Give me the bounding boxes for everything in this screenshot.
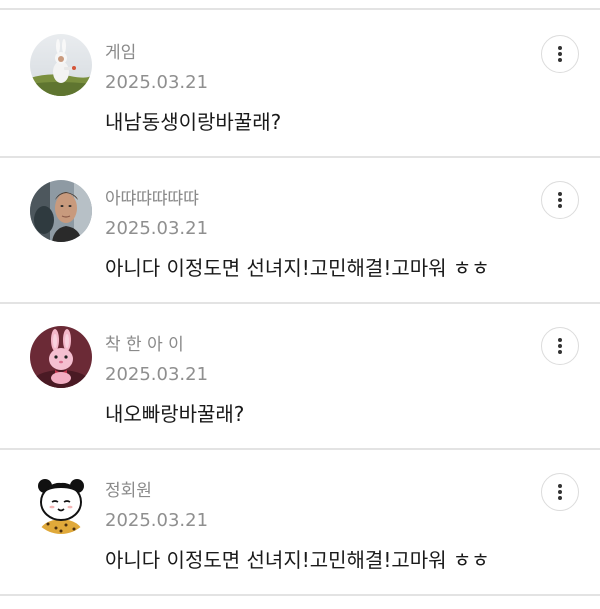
more-options-button[interactable] (541, 181, 579, 219)
avatar[interactable] (30, 472, 92, 534)
comment-date: 2025.03.21 (105, 218, 209, 239)
comment-date: 2025.03.21 (105, 72, 209, 93)
avatar[interactable] (30, 34, 92, 96)
more-vertical-icon (558, 338, 562, 354)
top-divider (0, 0, 600, 10)
comment-text: 아니다 이정도면 선녀지!고민해결!고마워 ㅎㅎ (105, 548, 490, 572)
more-options-button[interactable] (541, 327, 579, 365)
comment-item: 아땨땨땨땨땨 2025.03.21 아니다 이정도면 선녀지!고민해결!고마워 … (0, 158, 600, 304)
comment-text: 아니다 이정도면 선녀지!고민해결!고마워 ㅎㅎ (105, 256, 490, 280)
avatar-cartoon-bear-image (30, 472, 92, 534)
comment-author[interactable]: 게임 (105, 43, 136, 63)
comment-text: 내남동생이랑바꿀래? (105, 110, 282, 134)
comment-author[interactable]: 착 한 아 이 (105, 335, 184, 355)
more-vertical-icon (558, 46, 562, 62)
comment-item: 착 한 아 이 2025.03.21 내오빠랑바꿀래? (0, 304, 600, 450)
avatar[interactable] (30, 326, 92, 388)
more-vertical-icon (558, 192, 562, 208)
more-vertical-icon (558, 484, 562, 500)
avatar-bunny-costume-image (30, 34, 92, 96)
comment-author[interactable]: 정회원 (105, 481, 152, 501)
comment-author[interactable]: 아땨땨땨땨땨 (105, 189, 199, 209)
comment-item: 정회원 2025.03.21 아니다 이정도면 선녀지!고민해결!고마워 ㅎㅎ (0, 450, 600, 596)
comment-item: 게임 2025.03.21 내남동생이랑바꿀래? (0, 12, 600, 158)
avatar-man-portrait-image (30, 180, 92, 242)
more-options-button[interactable] (541, 35, 579, 73)
avatar-pink-bunny-plush-image (30, 326, 92, 388)
comment-date: 2025.03.21 (105, 364, 209, 385)
comment-text: 내오빠랑바꿀래? (105, 402, 245, 426)
avatar[interactable] (30, 180, 92, 242)
comment-date: 2025.03.21 (105, 510, 209, 531)
more-options-button[interactable] (541, 473, 579, 511)
